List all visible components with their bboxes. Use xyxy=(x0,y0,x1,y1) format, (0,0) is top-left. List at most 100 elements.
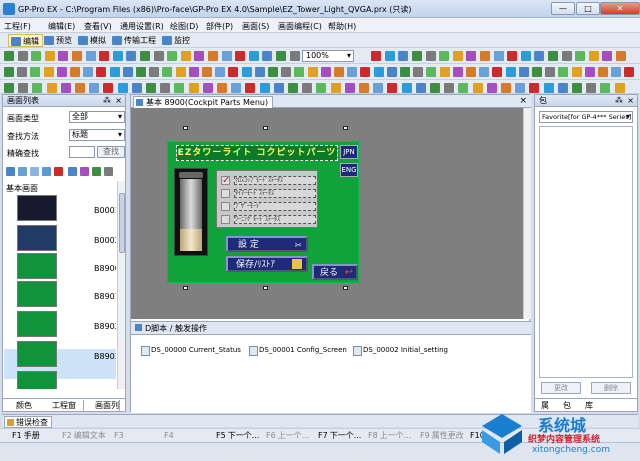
save-restore-button[interactable]: 保存/ﾘｽﾄｱ xyxy=(226,256,308,272)
new-screen-icon[interactable] xyxy=(6,167,15,176)
toolbar-button-icon[interactable] xyxy=(202,67,212,77)
toolbar-button-icon[interactable] xyxy=(307,67,318,77)
screen-id[interactable]: B8901 xyxy=(94,292,116,301)
tab-project-window[interactable]: 工程窗 xyxy=(41,400,76,411)
close-window-button[interactable]: ✕ xyxy=(600,2,640,15)
toolbar-button-icon[interactable] xyxy=(571,67,582,77)
checkbox-buzzer[interactable] xyxy=(221,202,230,211)
scrollbar-thumb[interactable] xyxy=(119,193,125,253)
toolbar-button-icon[interactable] xyxy=(109,67,120,77)
toolbar-button-icon[interactable] xyxy=(430,83,440,93)
menu-parts[interactable]: 部件(P) xyxy=(206,21,233,32)
toolbar-button-icon[interactable] xyxy=(99,51,110,61)
settings-button[interactable]: 設 定 ✂ xyxy=(226,236,308,252)
toolbar-button-icon[interactable] xyxy=(188,83,199,93)
copy-screen-icon[interactable] xyxy=(30,167,39,176)
toolbar-button-icon[interactable] xyxy=(561,51,572,61)
fkey-f1[interactable]: F1 手册 xyxy=(10,430,40,442)
toolbar-button-icon[interactable] xyxy=(96,67,107,77)
checkbox-cross-cup[interactable]: ✓ xyxy=(221,175,230,186)
tower-light-image[interactable] xyxy=(174,168,208,256)
search-input[interactable] xyxy=(69,146,95,158)
toolbar-button-icon[interactable] xyxy=(458,83,469,93)
toolbar-button-icon[interactable] xyxy=(70,67,80,77)
toolbar-button-icon[interactable] xyxy=(505,67,516,77)
toolbar-button-icon[interactable] xyxy=(75,83,85,93)
toolbar-button-icon[interactable] xyxy=(534,51,545,61)
toolbar-button-icon[interactable] xyxy=(180,51,191,61)
toolbar-button-icon[interactable] xyxy=(347,67,358,77)
mode-transfer[interactable]: 传输工程 xyxy=(110,34,159,47)
mode-edit[interactable]: 编辑 xyxy=(8,34,43,47)
toolbar-button-icon[interactable] xyxy=(602,51,613,61)
toolbar-button-icon[interactable] xyxy=(18,83,29,93)
toolbar-button-icon[interactable] xyxy=(167,51,178,61)
toolbar-button-icon[interactable] xyxy=(586,83,597,93)
pin-icon[interactable]: ⁂ xyxy=(615,95,623,106)
toolbar-button-icon[interactable] xyxy=(83,67,94,77)
jpn-button[interactable]: JPN xyxy=(340,145,358,159)
toolbar-button-icon[interactable] xyxy=(44,51,55,61)
screen-thumbnail[interactable] xyxy=(17,371,57,389)
toolbar-button-icon[interactable] xyxy=(281,67,292,77)
toolbar-button-icon[interactable] xyxy=(529,83,540,93)
checkbox-timer[interactable] xyxy=(221,189,230,198)
close-icon[interactable]: × xyxy=(115,95,122,106)
toolbar-button-icon[interactable] xyxy=(532,67,542,77)
menu-draw[interactable]: 绘图(D) xyxy=(170,21,198,32)
toolbar-button-icon[interactable] xyxy=(17,67,28,77)
toolbar-button-icon[interactable] xyxy=(4,51,14,61)
menu-screen[interactable]: 画面(S) xyxy=(242,21,269,32)
toolbar-button-icon[interactable] xyxy=(131,83,142,93)
toolbar-button-icon[interactable] xyxy=(43,67,54,77)
toolbar-button-icon[interactable] xyxy=(387,83,398,93)
toolbar-button-icon[interactable] xyxy=(624,67,635,77)
toolbar-button-icon[interactable] xyxy=(492,67,503,77)
toolbar-button-icon[interactable] xyxy=(259,83,270,93)
toolbar-button-icon[interactable] xyxy=(413,67,424,77)
toolbar-button-icon[interactable] xyxy=(175,67,186,77)
selection-handle[interactable] xyxy=(343,286,348,290)
toolbar-button-icon[interactable] xyxy=(248,51,259,61)
selection-handle[interactable] xyxy=(343,126,348,130)
fkey-f3[interactable]: F3 xyxy=(112,430,126,442)
hmi-screen[interactable]: EZタワーライト コクピットパーツ JPN ENG ✓ ｸﾛｽｺｯﾌﾟﾓｰﾄﾞｽ… xyxy=(167,141,359,283)
close-icon[interactable]: × xyxy=(627,95,634,106)
toolbar-button-icon[interactable] xyxy=(545,67,556,77)
hmi-title[interactable]: EZタワーライト コクピットパーツ xyxy=(176,145,338,161)
toolbar-button-icon[interactable] xyxy=(360,67,371,77)
toolbar-button-icon[interactable] xyxy=(330,83,341,93)
toolbar-button-icon[interactable] xyxy=(548,51,558,61)
close-tab-icon[interactable]: × xyxy=(519,96,527,106)
toolbar-button-icon[interactable] xyxy=(507,51,518,61)
toolbar-button-icon[interactable] xyxy=(557,83,568,93)
screen-thumbnail[interactable] xyxy=(17,341,57,367)
toolbar-button-icon[interactable] xyxy=(231,83,242,93)
delete-button[interactable]: 删除 xyxy=(591,382,631,394)
screen-list-scrollbar[interactable] xyxy=(117,181,125,389)
toolbar-button-icon[interactable] xyxy=(600,83,611,93)
mode-preview[interactable]: 预览 xyxy=(42,34,75,47)
screen-thumbnail[interactable] xyxy=(17,253,57,279)
screen-thumbnail[interactable] xyxy=(17,311,57,337)
toolbar-button-icon[interactable] xyxy=(202,83,213,93)
tab-screen-list[interactable]: 画面列 xyxy=(83,400,120,412)
editor-canvas[interactable]: EZタワーライト コクピットパーツ JPN ENG ✓ ｸﾛｽｺｯﾌﾟﾓｰﾄﾞｽ… xyxy=(131,108,523,319)
toolbar-button-icon[interactable] xyxy=(89,83,100,93)
toolbar-button-icon[interactable] xyxy=(174,83,185,93)
fkey-f4[interactable]: F4 xyxy=(162,430,176,442)
toolbar-button-icon[interactable] xyxy=(31,51,42,61)
screen-id[interactable]: B8900 xyxy=(94,264,116,273)
search-method-select[interactable]: 标题 xyxy=(69,129,125,141)
menu-edit[interactable]: 编辑(E) xyxy=(48,21,75,32)
toolbar-button-icon[interactable] xyxy=(452,51,463,61)
toolbar-button-icon[interactable] xyxy=(479,67,490,77)
toolbar-button-icon[interactable] xyxy=(276,51,286,61)
screen-id[interactable]: B8902 xyxy=(94,322,116,331)
screen-id[interactable]: B0002 xyxy=(94,236,116,245)
toolbar-button-icon[interactable] xyxy=(616,51,626,61)
toolbar-button-icon[interactable] xyxy=(245,83,256,93)
toolbar-button-icon[interactable] xyxy=(302,83,313,93)
toolbar-button-icon[interactable] xyxy=(520,51,531,61)
maximize-button[interactable]: □ xyxy=(576,2,600,15)
